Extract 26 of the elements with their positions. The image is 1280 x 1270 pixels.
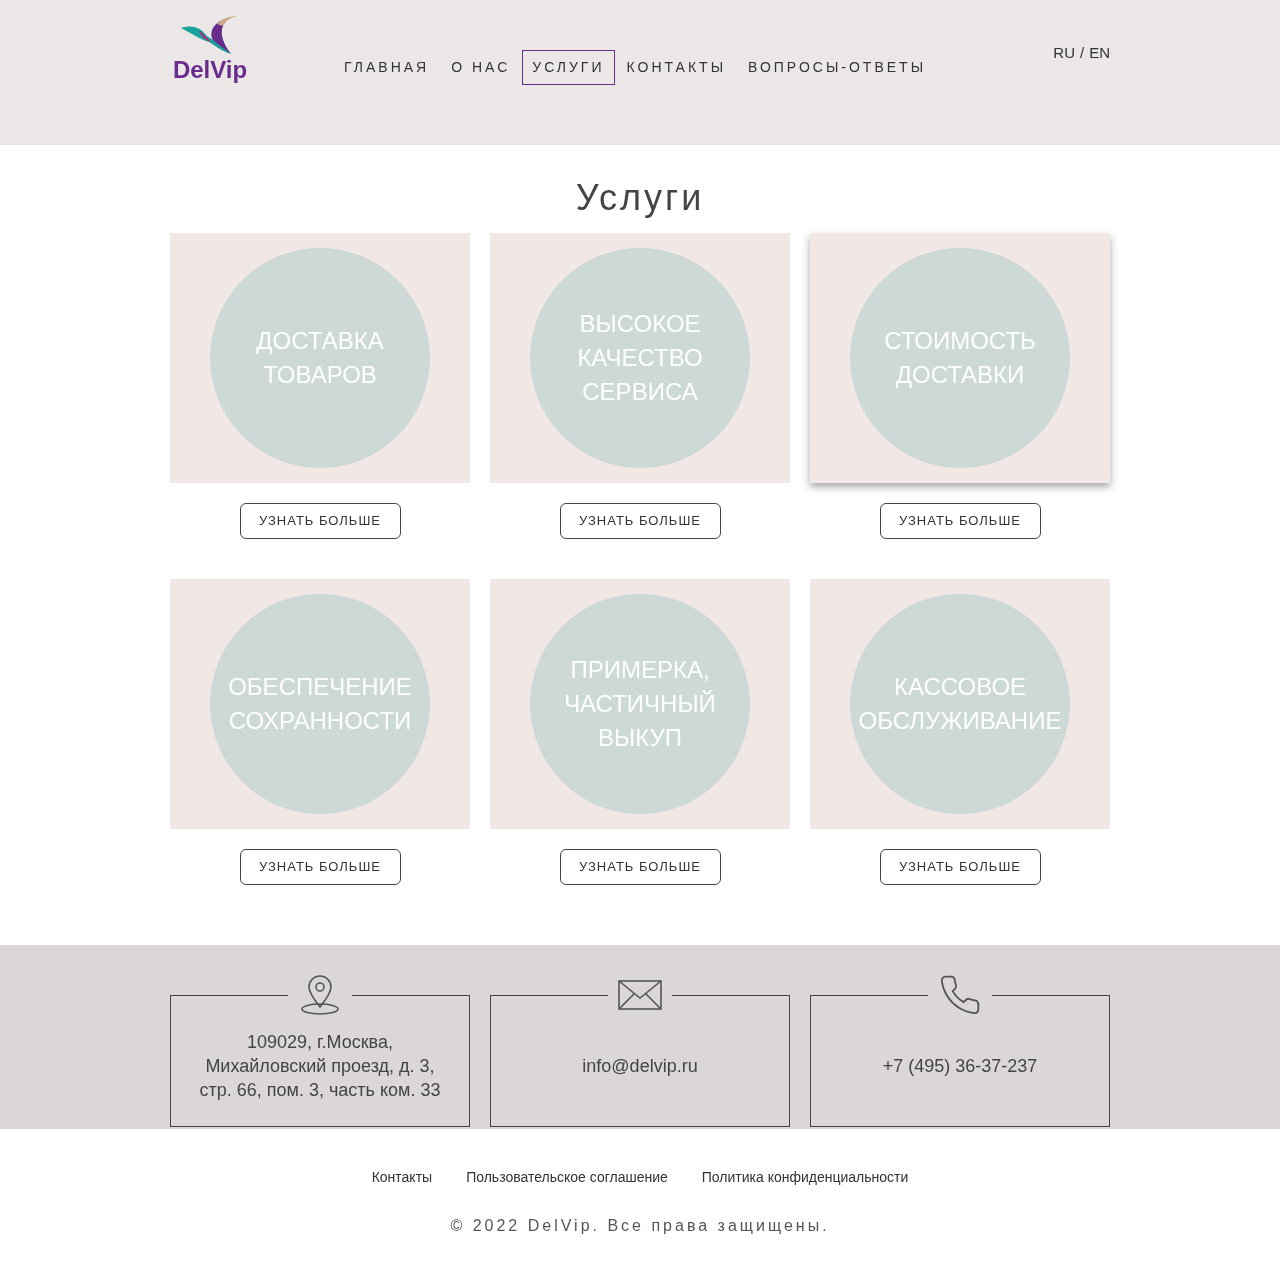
- contact-text: 109029, г.Москва, Михайловский проезд, д. 3, стр. 66, пом. 3, часть ком. 33: [198, 1031, 442, 1102]
- contact-text: info@delvip.ru: [582, 1055, 698, 1078]
- map-pin-icon: [298, 973, 342, 1017]
- footer-link[interactable]: Политика конфиденциальности: [701, 1167, 909, 1188]
- learn-more-button[interactable]: УЗНАТЬ БОЛЬШЕ: [879, 849, 1041, 885]
- learn-more-button[interactable]: УЗНАТЬ БОЛЬШЕ: [879, 503, 1041, 539]
- envelope-icon: [618, 979, 662, 1011]
- nav-link[interactable]: ВОПРОСЫ-ОТВЕТЫ: [738, 50, 937, 85]
- phone-icon: [938, 973, 982, 1017]
- footer-link[interactable]: Контакты: [371, 1167, 433, 1188]
- logo-wordmark: DelVip: [172, 58, 248, 82]
- learn-more-button[interactable]: УЗНАТЬ БОЛЬШЕ: [559, 503, 721, 539]
- language-link[interactable]: EN: [1089, 42, 1110, 65]
- language-link[interactable]: RU: [1053, 42, 1075, 65]
- copyright-text: © 2022 DelVip. Все права защищены.: [450, 1216, 830, 1236]
- page-title: Услуги: [574, 176, 706, 220]
- nav-link[interactable]: О НАС: [441, 50, 521, 85]
- contact-text: +7 (495) 36-37-237: [882, 1055, 1038, 1078]
- learn-more-button[interactable]: УЗНАТЬ БОЛЬШЕ: [559, 849, 721, 885]
- nav-link[interactable]: ГЛАВНАЯ: [334, 50, 440, 85]
- nav-link[interactable]: УСЛУГИ: [522, 50, 615, 85]
- learn-more-button[interactable]: УЗНАТЬ БОЛЬШЕ: [239, 503, 401, 539]
- language-separator: /: [1080, 43, 1085, 63]
- footer-link[interactable]: Пользовательское соглашение: [466, 1167, 668, 1188]
- learn-more-button[interactable]: УЗНАТЬ БОЛЬШЕ: [239, 849, 401, 885]
- nav-link[interactable]: КОНТАКТЫ: [616, 50, 737, 85]
